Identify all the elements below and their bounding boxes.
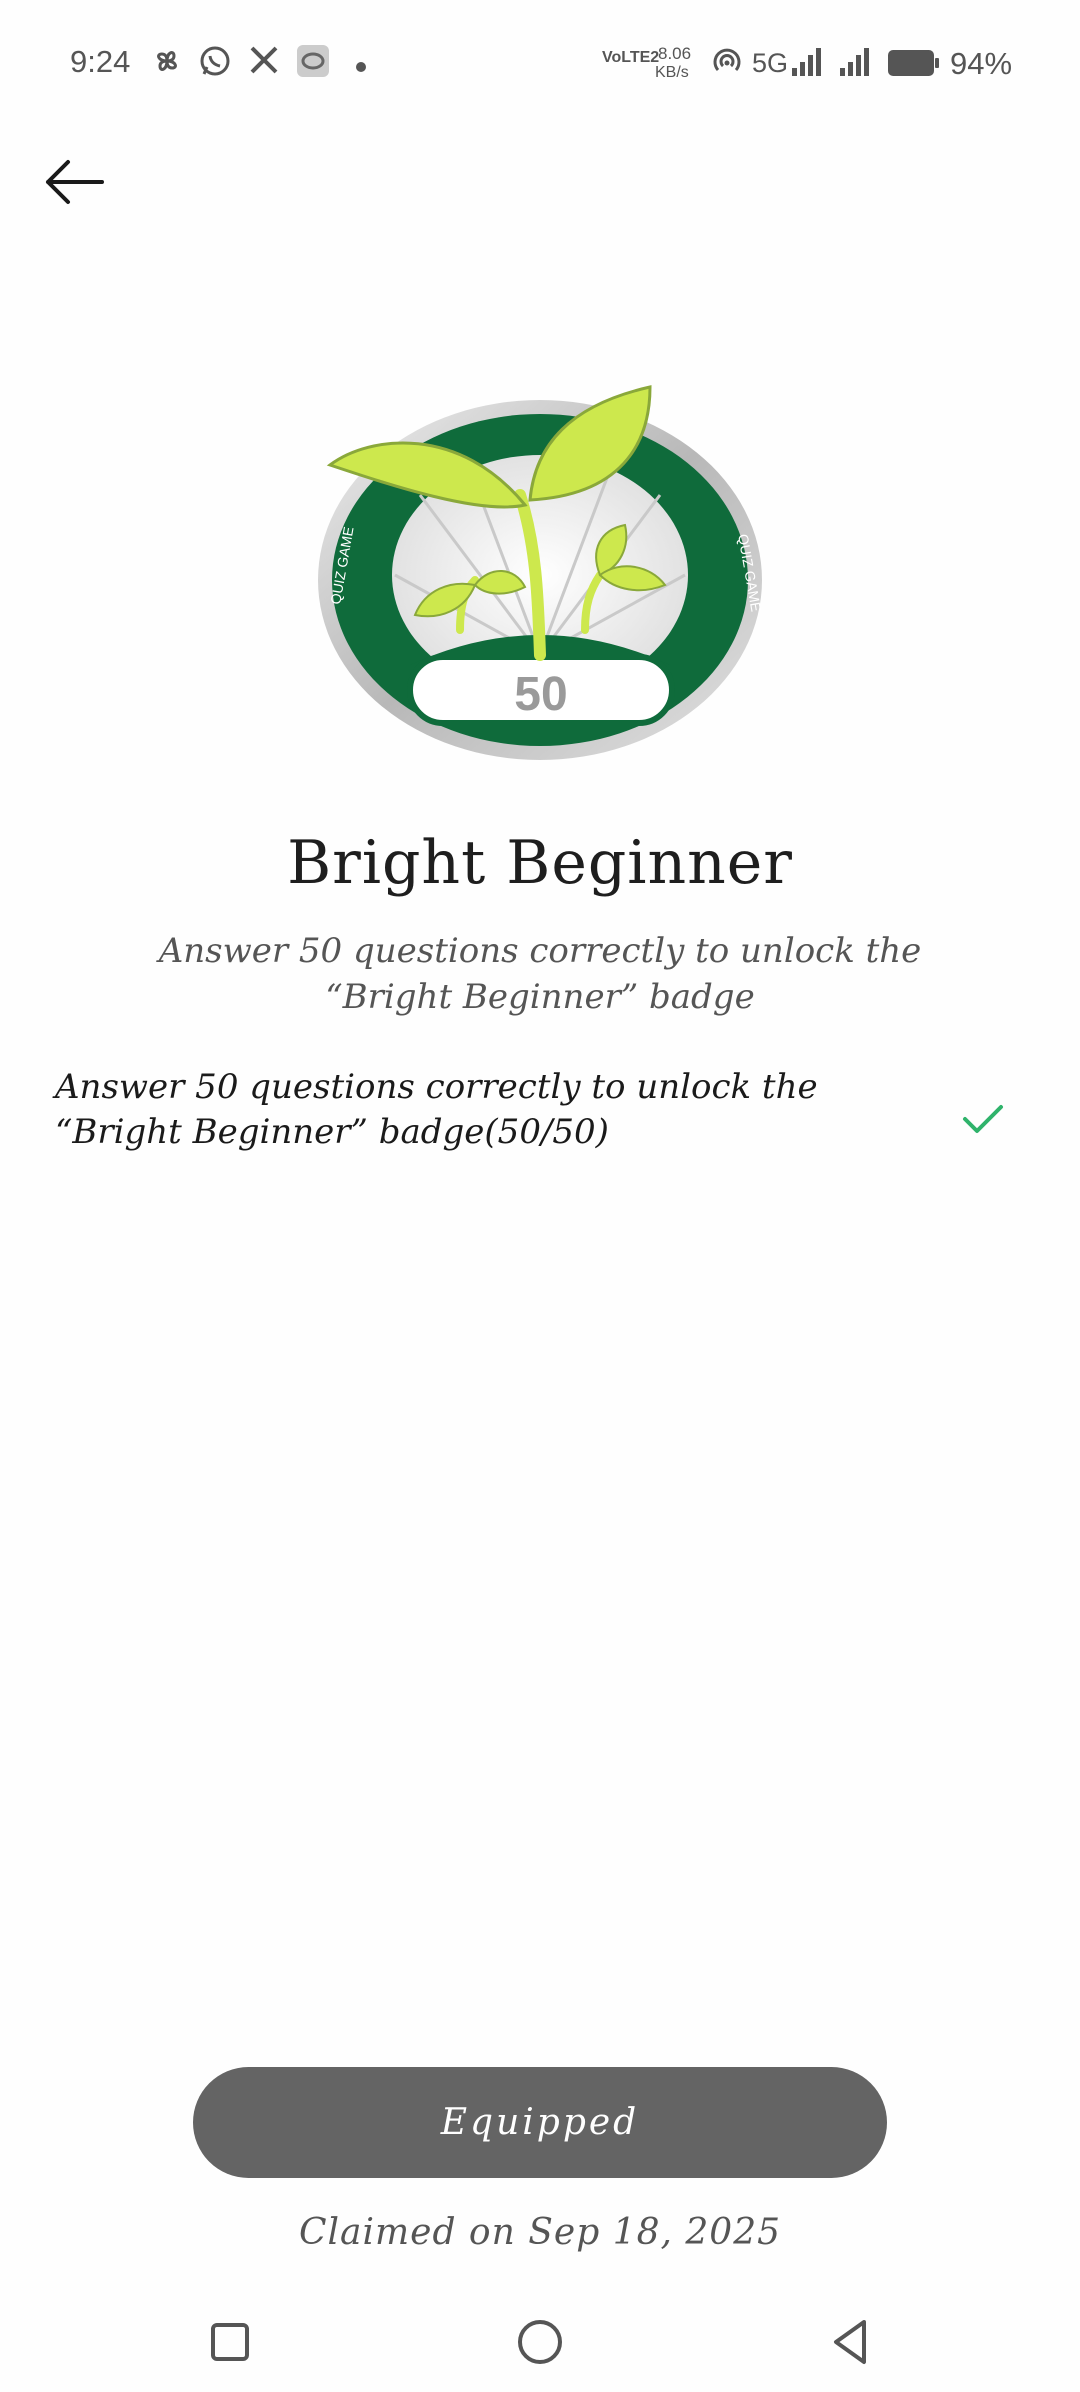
dot-icon <box>356 57 366 76</box>
recents-icon <box>211 2323 249 2361</box>
back-button[interactable] <box>36 140 116 220</box>
whatsapp-icon <box>198 44 232 82</box>
badge-description: Answer 50 questions correctly to unlock … <box>158 931 922 1017</box>
back-icon <box>834 2320 866 2364</box>
badge-number: 50 <box>514 668 567 721</box>
badge-title: Bright Beginner <box>287 828 793 898</box>
requirement-row: Answer 50 questions correctly to unlock … <box>55 1065 1025 1155</box>
recents-button[interactable] <box>200 2312 260 2372</box>
network-speed-unit: KB/s <box>655 64 689 81</box>
app-icon <box>296 44 330 82</box>
x-icon <box>248 44 280 80</box>
status-time: 9:24 <box>70 44 131 79</box>
system-nav-bar <box>0 2290 1080 2392</box>
checkmark-icon <box>963 1105 1003 1133</box>
nav-back-button[interactable] <box>820 2312 880 2372</box>
arrow-left-icon <box>46 160 104 204</box>
status-bar: 9:24 VoLTE2 8.06 KB/s 5G 94% <box>0 0 1080 130</box>
signal-icon <box>838 46 874 82</box>
home-button[interactable] <box>510 2312 570 2372</box>
equipped-button[interactable]: Equipped <box>193 2067 887 2178</box>
network-speed-value: 8.06 <box>658 44 692 63</box>
home-icon <box>518 2320 562 2364</box>
battery-icon <box>888 50 940 80</box>
pinwheel-icon <box>150 44 184 82</box>
claimed-date: Claimed on Sep 18, 2025 <box>298 2212 782 2253</box>
network-label: VoLTE2 <box>602 49 660 66</box>
hotspot-icon <box>712 48 742 80</box>
badge-image: 50 QUIZ GAME QUIZ GAME <box>300 375 780 765</box>
signal-icon <box>790 46 826 82</box>
network-type: 5G <box>752 48 789 78</box>
battery-percent: 94% <box>950 46 1013 81</box>
requirement-text: Answer 50 questions correctly to unlock … <box>55 1067 818 1152</box>
